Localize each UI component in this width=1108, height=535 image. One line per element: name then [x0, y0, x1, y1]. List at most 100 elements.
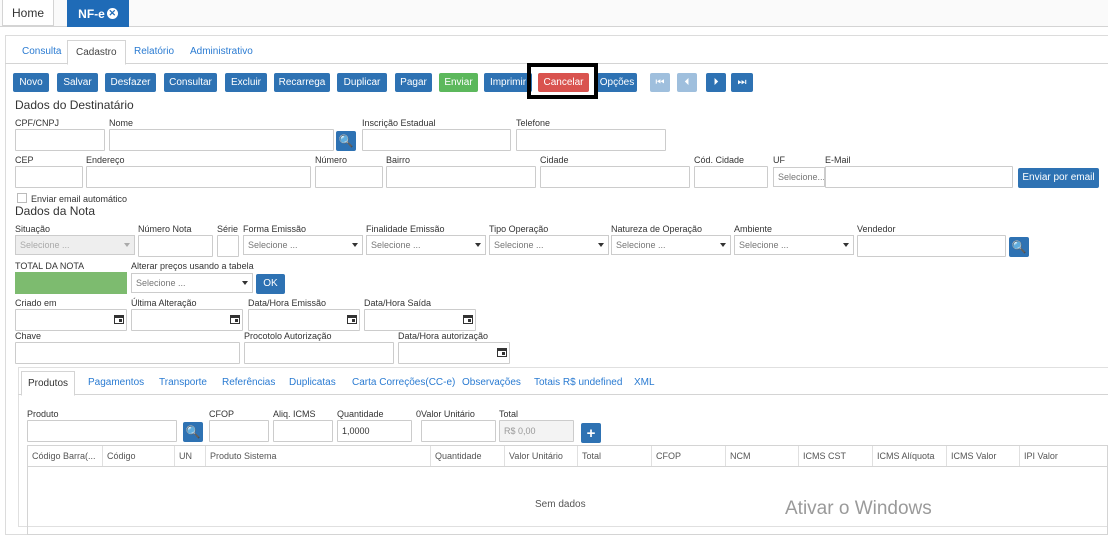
cidade-input[interactable] [540, 166, 690, 188]
quantidade-input[interactable]: 1,0000 [337, 420, 412, 442]
salvar-button[interactable]: Salvar [57, 73, 98, 92]
imprimir-button[interactable]: Imprimir [484, 73, 532, 92]
produto-input[interactable] [27, 420, 177, 442]
pagar-button[interactable]: Pagar [395, 73, 432, 92]
tab-carta-correcoes[interactable]: Carta Correções(CC-e) [346, 371, 461, 395]
endereco-input[interactable] [86, 166, 311, 188]
ambiente-select[interactable]: Selecione ... [734, 235, 854, 255]
recarrega-button[interactable]: Recarrega [274, 73, 330, 92]
close-icon[interactable]: ✕ [106, 8, 118, 19]
tab-transporte[interactable]: Transporte [153, 371, 213, 395]
tab-administrativo[interactable]: Administrativo [182, 40, 261, 64]
uf-select[interactable]: Selecione... [773, 167, 825, 187]
previous-record-button[interactable]: ⏴ [677, 73, 697, 92]
search-nome-button[interactable]: 🔍 [336, 131, 356, 151]
tab-observacoes[interactable]: Observações [456, 371, 527, 395]
desfazer-button[interactable]: Desfazer [105, 73, 156, 92]
calendar-icon[interactable] [463, 315, 473, 324]
excluir-button[interactable]: Excluir [225, 73, 267, 92]
bairro-label: Bairro [386, 155, 411, 165]
search-produto-button[interactable]: 🔍 [183, 422, 203, 442]
dh-saida-input[interactable] [364, 309, 476, 331]
ie-input[interactable] [362, 129, 511, 151]
auto-email-checkbox[interactable] [17, 193, 27, 203]
tab-totais[interactable]: Totais R$ undefined [528, 371, 628, 395]
home-tab[interactable]: Home [2, 0, 54, 26]
first-record-button[interactable]: ⏮ [650, 73, 670, 92]
tab-referencias[interactable]: Referências [216, 371, 281, 395]
cep-label: CEP [15, 155, 34, 165]
ok-button[interactable]: OK [256, 274, 285, 294]
highlight-box [527, 63, 598, 99]
col-valor-unitario[interactable]: Valor Unitário [505, 446, 578, 466]
dh-autorizacao-input[interactable] [398, 342, 510, 364]
col-cfop[interactable]: CFOP [652, 446, 726, 466]
cep-input[interactable] [15, 166, 83, 188]
tab-produtos[interactable]: Produtos [21, 371, 76, 396]
tab-relatorio[interactable]: Relatório [126, 40, 182, 64]
serie-input[interactable] [217, 235, 239, 257]
chave-input[interactable] [15, 342, 240, 364]
finalidade-value: Selecione ... [371, 240, 421, 250]
aliq-icms-input[interactable] [273, 420, 333, 442]
col-total[interactable]: Total [578, 446, 652, 466]
col-codigo[interactable]: Código [103, 446, 175, 466]
tab-duplicatas[interactable]: Duplicatas [283, 371, 342, 395]
col-icms-aliquota[interactable]: ICMS Alíquota [873, 446, 947, 466]
col-icms-valor[interactable]: ICMS Valor [947, 446, 1020, 466]
calendar-icon[interactable] [230, 315, 240, 324]
ultima-alteracao-input[interactable] [131, 309, 243, 331]
col-icms-cst[interactable]: ICMS CST [799, 446, 873, 466]
numero-input[interactable] [315, 166, 383, 188]
opcoes-button[interactable]: Opções [597, 73, 637, 92]
cfop-input[interactable] [209, 420, 269, 442]
col-quantidade[interactable]: Quantidade [431, 446, 505, 466]
duplicar-button[interactable]: Duplicar [337, 73, 387, 92]
numero-nota-input[interactable] [138, 235, 213, 257]
produto-label: Produto [27, 409, 59, 419]
tipo-operacao-select[interactable]: Selecione ... [489, 235, 609, 255]
dh-emissao-input[interactable] [248, 309, 360, 331]
cpf-label: CPF/CNPJ [15, 118, 60, 128]
tab-cadastro[interactable]: Cadastro [67, 40, 126, 65]
last-record-button[interactable]: ⏭ [731, 73, 753, 92]
col-codigo-barra[interactable]: Código Barra(... [28, 446, 103, 466]
cpf-input[interactable] [15, 129, 105, 151]
col-produto-sistema[interactable]: Produto Sistema [206, 446, 431, 466]
calendar-icon[interactable] [114, 315, 124, 324]
consultar-button[interactable]: Consultar [164, 73, 217, 92]
nfe-tab[interactable]: NF-e ✕ [67, 0, 129, 27]
calendar-icon[interactable] [347, 315, 357, 324]
vendedor-input[interactable] [857, 235, 1006, 257]
protocolo-input[interactable] [244, 342, 394, 364]
col-un[interactable]: UN [175, 446, 206, 466]
tab-consulta[interactable]: Consulta [14, 40, 69, 64]
valor-unitario-input[interactable] [421, 420, 496, 442]
auto-email-label: Enviar email automático [31, 194, 128, 204]
uf-label: UF [773, 155, 785, 165]
bairro-input[interactable] [386, 166, 536, 188]
finalidade-select[interactable]: Selecione ... [366, 235, 486, 255]
telefone-input[interactable] [516, 129, 666, 151]
total-label: Total [499, 409, 519, 419]
enviar-button[interactable]: Enviar [439, 73, 478, 92]
add-produto-button[interactable]: + [581, 423, 601, 443]
tabela-precos-select[interactable]: Selecione ... [131, 273, 253, 293]
calendar-icon[interactable] [497, 348, 507, 357]
forma-emissao-select[interactable]: Selecione ... [243, 235, 363, 255]
search-vendedor-button[interactable]: 🔍 [1009, 237, 1029, 257]
col-ipi-valor[interactable]: IPI Valor [1020, 446, 1108, 466]
email-input[interactable] [825, 166, 1013, 188]
col-ncm[interactable]: NCM [726, 446, 799, 466]
tab-pagamentos[interactable]: Pagamentos [82, 371, 150, 395]
novo-button[interactable]: Novo [13, 73, 49, 92]
nome-input[interactable] [109, 129, 334, 151]
next-record-button[interactable]: ⏵ [706, 73, 726, 92]
criado-em-input[interactable] [15, 309, 127, 331]
cod-cidade-input[interactable] [694, 166, 768, 188]
tab-xml[interactable]: XML [628, 371, 661, 395]
enviar-por-email-button[interactable]: Enviar por email [1018, 168, 1099, 188]
natureza-select[interactable]: Selecione ... [611, 235, 731, 255]
numero-nota-label: Número Nota [138, 224, 192, 234]
situacao-select[interactable]: Selecione ... [15, 235, 135, 255]
